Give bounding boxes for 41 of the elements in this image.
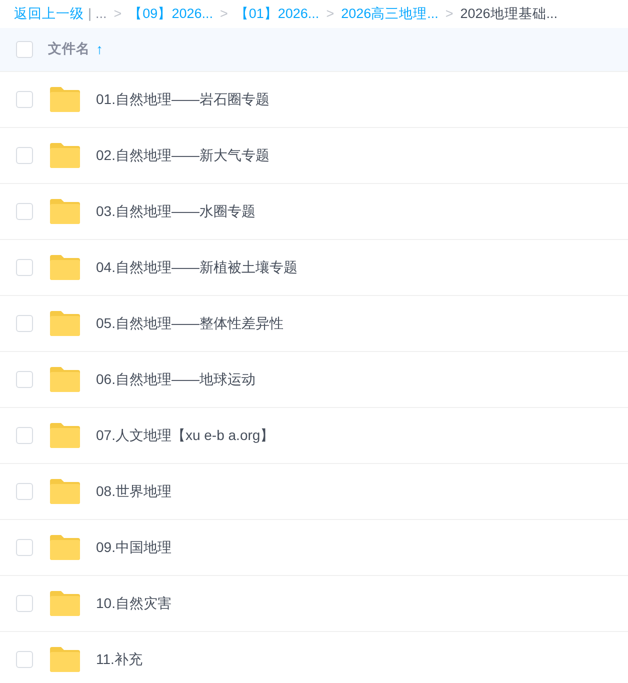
checkbox[interactable] bbox=[16, 539, 33, 556]
checkbox[interactable] bbox=[16, 427, 33, 444]
folder-icon bbox=[48, 86, 82, 113]
file-name[interactable]: 03.自然地理——水圈专题 bbox=[96, 201, 256, 222]
folder-icon bbox=[48, 534, 82, 561]
file-name[interactable]: 04.自然地理——新植被土壤专题 bbox=[96, 257, 298, 278]
folder-icon bbox=[48, 310, 82, 337]
checkbox[interactable] bbox=[16, 371, 33, 388]
folder-icon bbox=[48, 646, 82, 673]
folder-icon bbox=[48, 590, 82, 617]
chevron-separator: > bbox=[220, 4, 228, 23]
folder-icon bbox=[48, 366, 82, 393]
checkbox[interactable] bbox=[16, 203, 33, 220]
breadcrumb-item: ... bbox=[96, 4, 107, 23]
file-name[interactable]: 09.中国地理 bbox=[96, 537, 172, 558]
file-name[interactable]: 07.人文地理【xu e-b a.org】 bbox=[96, 425, 274, 446]
file-name[interactable]: 02.自然地理——新大气专题 bbox=[96, 145, 270, 166]
checkbox[interactable] bbox=[16, 651, 33, 668]
folder-icon bbox=[48, 142, 82, 169]
chevron-separator: > bbox=[326, 4, 334, 23]
folder-icon bbox=[48, 478, 82, 505]
folder-icon bbox=[48, 254, 82, 281]
file-name[interactable]: 05.自然地理——整体性差异性 bbox=[96, 313, 284, 334]
folder-icon bbox=[48, 198, 82, 225]
checkbox[interactable] bbox=[16, 315, 33, 332]
breadcrumb-item: 2026地理基础... bbox=[460, 4, 558, 23]
checkbox[interactable] bbox=[16, 595, 33, 612]
file-name[interactable]: 08.世界地理 bbox=[96, 481, 172, 502]
checkbox[interactable] bbox=[16, 259, 33, 276]
file-name[interactable]: 10.自然灾害 bbox=[96, 593, 172, 614]
file-name[interactable]: 11.补充 bbox=[96, 649, 142, 670]
file-name[interactable]: 06.自然地理——地球运动 bbox=[96, 369, 256, 390]
divider: | bbox=[88, 4, 92, 23]
checkbox[interactable] bbox=[16, 147, 33, 164]
checkbox[interactable] bbox=[16, 483, 33, 500]
chevron-separator: > bbox=[445, 4, 454, 23]
chevron-separator: > bbox=[114, 4, 122, 23]
file-name[interactable]: 01.自然地理——岩石圈专题 bbox=[96, 89, 270, 110]
checkbox[interactable] bbox=[16, 91, 33, 108]
checkbox[interactable] bbox=[16, 41, 33, 58]
folder-icon bbox=[48, 422, 82, 449]
